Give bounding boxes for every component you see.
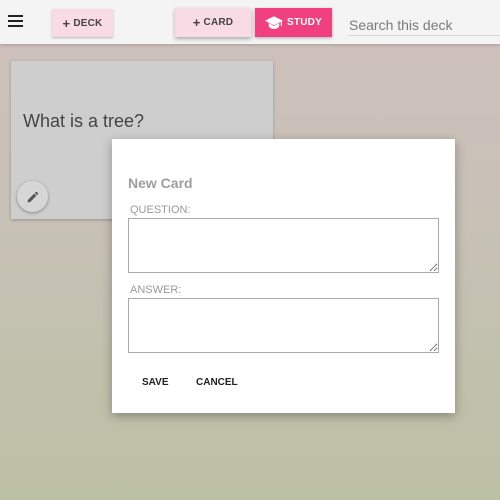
answer-field[interactable] xyxy=(128,298,439,353)
dialog-title: New Card xyxy=(128,175,193,191)
add-card-label: CARD xyxy=(203,17,234,28)
top-app-bar: + DECK + CARD STUDY xyxy=(0,0,500,44)
add-deck-label: DECK xyxy=(73,17,103,29)
card-question: What is a tree? xyxy=(23,111,145,131)
add-card-button[interactable]: + CARD xyxy=(175,8,251,37)
answer-label: ANSWER: xyxy=(130,284,182,296)
question-field[interactable] xyxy=(128,218,439,273)
search-input[interactable] xyxy=(347,14,500,36)
plus-icon: + xyxy=(192,15,201,30)
add-deck-button[interactable]: + DECK xyxy=(52,9,113,37)
edit-card-button[interactable] xyxy=(17,181,48,212)
study-label: STUDY xyxy=(287,17,322,28)
study-button[interactable]: STUDY xyxy=(255,8,332,37)
save-button[interactable]: SAVE xyxy=(142,377,169,388)
question-label: QUESTION: xyxy=(130,204,191,216)
graduation-cap-icon xyxy=(265,15,284,29)
hamburger-menu-icon[interactable] xyxy=(8,15,24,29)
pencil-icon xyxy=(27,191,38,202)
cancel-button[interactable]: CANCEL xyxy=(196,377,238,388)
new-card-dialog: New Card QUESTION: ANSWER: SAVE CANCEL xyxy=(112,139,455,413)
plus-icon: + xyxy=(62,15,71,31)
